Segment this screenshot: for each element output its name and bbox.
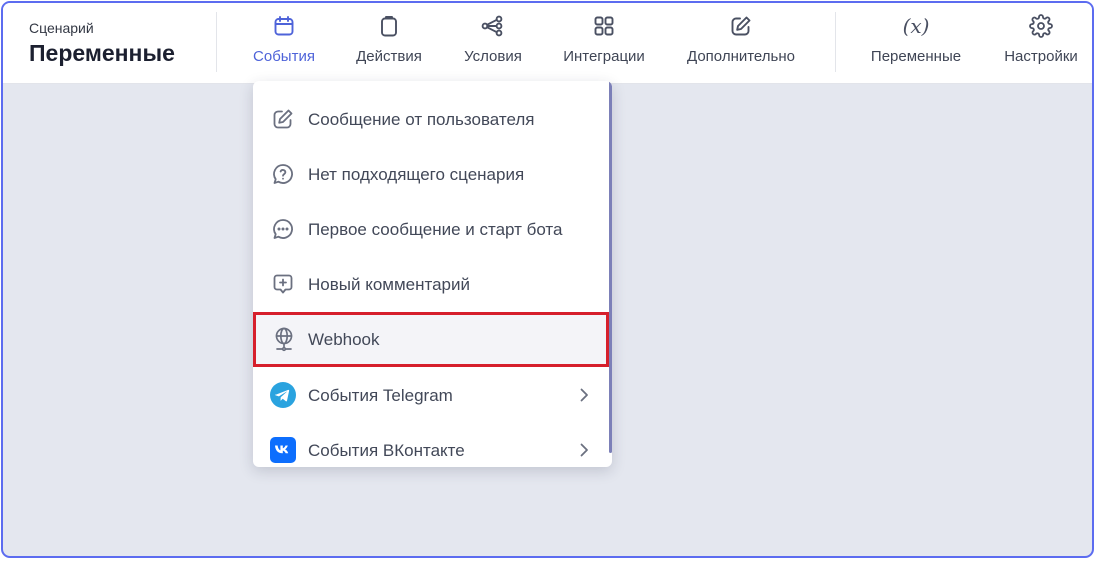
nav-events-label: События [253,48,315,65]
events-dropdown-menu: Сообщение от пользователя Нет подходящег… [253,81,612,467]
nav-actions-button[interactable]: Действия [353,13,425,75]
variable-glyph: (x) [902,14,930,38]
branch-icon [480,13,506,39]
menu-item-webhook[interactable]: Webhook [253,312,609,367]
menu-item-label: Новый комментарий [308,274,470,294]
nav-conditions-label: Условия [464,48,522,65]
menu-item-label: Сообщение от пользователя [308,109,535,129]
chevron-right-icon [580,443,588,457]
nav-additional-label: Дополнительно [687,48,795,65]
menu-item-label: События ВКонтакте [308,440,465,460]
scenario-title: Переменные [29,40,175,66]
menu-item-no-scenario[interactable]: Нет подходящего сценария [253,147,609,202]
scenario-caption: Сценарий [29,20,94,36]
variable-icon: (x) [902,13,930,39]
nav-settings-button[interactable]: Настройки [1002,13,1080,75]
menu-item-first-message[interactable]: Первое сообщение и старт бота [253,202,609,257]
nav-variables-label: Переменные [870,48,962,65]
nav-events-button[interactable]: События [251,13,317,75]
pencil-square-icon [270,106,296,132]
plus-bubble-icon [270,271,296,297]
menu-item-new-comment[interactable]: Новый комментарий [253,257,609,312]
menu-item-vk-events[interactable]: События ВКонтакте [253,423,609,467]
nav-integrations-button[interactable]: Интеграции [561,13,647,75]
menu-item-label: События Telegram [308,385,453,405]
nav-settings-label: Настройки [1004,48,1078,65]
menu-item-telegram-events[interactable]: События Telegram [253,368,609,423]
menu-item-label: Первое сообщение и старт бота [308,219,563,239]
app-window: Сценарий Переменные События Действия Усл… [1,1,1094,558]
toolbar-divider-right [835,12,836,72]
dots-bubble-icon [270,216,296,242]
nav-additional-button[interactable]: Дополнительно [684,13,798,75]
clipboard-icon [376,13,402,39]
nav-variables-button[interactable]: (x) Переменные [870,13,962,75]
calendar-icon [271,13,297,39]
menu-item-label: Нет подходящего сценария [308,164,525,184]
gear-icon [1028,13,1054,39]
top-toolbar: Сценарий Переменные События Действия Усл… [3,3,1092,84]
edit-icon [728,13,754,39]
nav-integrations-label: Интеграции [563,48,645,65]
grid-icon [591,13,617,39]
nav-actions-label: Действия [356,48,422,65]
vk-icon [270,437,296,463]
question-bubble-icon [270,161,296,187]
dropdown-scrollbar[interactable] [609,81,612,453]
nav-conditions-button[interactable]: Условия [462,13,524,75]
globe-icon [271,326,297,352]
menu-item-label: Webhook [308,329,380,349]
chevron-right-icon [580,388,588,402]
telegram-icon [270,382,296,408]
menu-item-user-message[interactable]: Сообщение от пользователя [253,92,609,147]
toolbar-divider [216,12,217,72]
